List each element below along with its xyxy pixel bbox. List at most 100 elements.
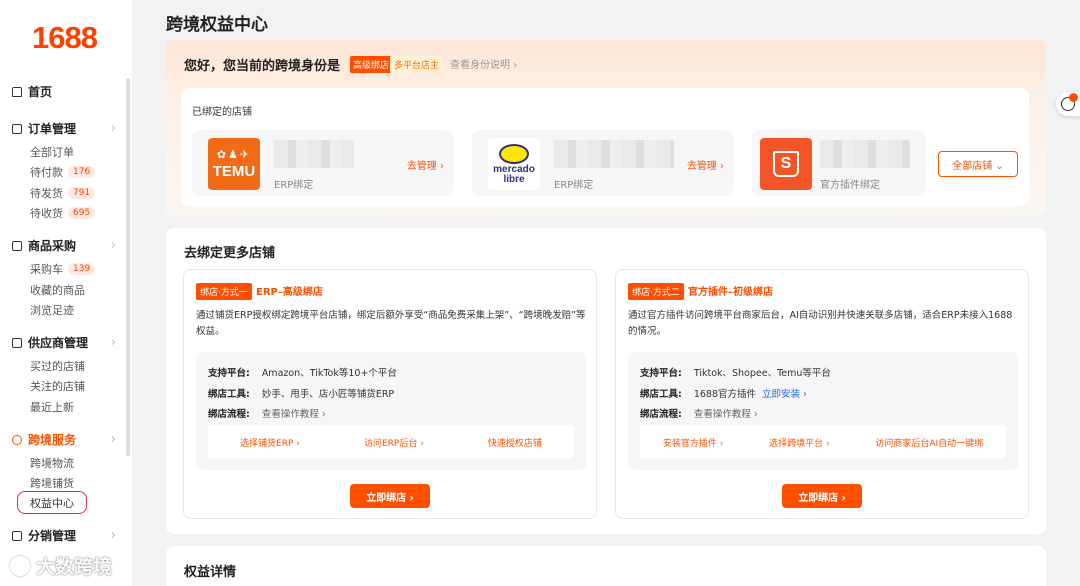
row-value: 1688官方插件 xyxy=(693,389,756,400)
handshake-icon xyxy=(499,143,529,164)
nav-item-cart[interactable]: 采购车 139 xyxy=(30,261,96,277)
store-card-shopee: S 官方插件绑定 xyxy=(752,130,926,196)
nav-item-new-arrivals[interactable]: 最近上新 xyxy=(30,399,74,415)
benefits-detail-card xyxy=(166,546,1046,586)
method-title: ERP–高级绑店 xyxy=(256,287,323,298)
notification-dot-icon xyxy=(1069,93,1078,102)
globe-icon xyxy=(12,434,22,445)
role-badge: 多平台店主 xyxy=(390,56,444,73)
store-bind-kind: ERP绑定 xyxy=(274,180,314,191)
row-label: 绑店流程: xyxy=(640,409,682,420)
row-label: 绑店工具: xyxy=(208,389,250,400)
shopee-bag-icon: S xyxy=(773,151,799,177)
step-link[interactable]: 访问ERP后台 › xyxy=(364,436,424,449)
reseller-icon xyxy=(12,530,22,541)
chevron-right-icon: › xyxy=(110,121,116,136)
step-link[interactable]: 选择铺货ERP › xyxy=(240,436,300,449)
row-value: Amazon、TikTok等10+个平台 xyxy=(261,368,397,379)
platforms-row: 支持平台: Tiktok、Shopee、Temu等平台 xyxy=(640,365,831,379)
sidebar: 1688 首页 订单管理 › 全部订单 待付款 176 待发货 791 待收货 695… xyxy=(0,0,132,586)
nav-item-label: 最近上新 xyxy=(30,401,74,414)
nav-group-orders[interactable]: 订单管理 › xyxy=(12,120,116,137)
step-link[interactable]: 选择跨境平台 › xyxy=(769,436,829,449)
method-card-erp: 绑店·方式一 ERP–高级绑店 通过铺货ERP授权绑定跨境平台店铺，绑定后额外享… xyxy=(183,269,597,519)
install-link[interactable]: 立即安装 › xyxy=(762,386,807,400)
count-badge: 139 xyxy=(68,263,96,275)
chevron-right-icon: › xyxy=(110,432,116,447)
store-bind-kind: ERP绑定 xyxy=(554,180,594,191)
nav-item-label: 浏览足迹 xyxy=(30,304,74,317)
nav-item-label: 跨境物流 xyxy=(30,457,74,470)
nav-group-label: 订单管理 xyxy=(28,122,77,136)
step-link[interactable]: 安装官方插件 › xyxy=(663,436,723,449)
nav-item-history[interactable]: 浏览足迹 xyxy=(30,302,74,318)
nav-home-label: 首页 xyxy=(28,85,53,99)
nav-item-pending-receive[interactable]: 待收货 695 xyxy=(30,205,96,221)
logo[interactable]: 1688 xyxy=(32,20,98,56)
home-icon xyxy=(12,86,22,97)
row-label: 支持平台: xyxy=(640,368,682,379)
store-name-blurred xyxy=(554,140,674,168)
step-link[interactable]: 访问商家后台AI自动一键绑 xyxy=(875,436,983,449)
supplier-icon xyxy=(12,337,22,348)
row-value: Tiktok、Shopee、Temu等平台 xyxy=(693,368,831,379)
row-label: 绑店工具: xyxy=(640,389,682,400)
all-stores-dropdown[interactable]: 全部店铺 ⌄ xyxy=(938,151,1018,177)
nav-group-supplier[interactable]: 供应商管理 › xyxy=(12,334,116,351)
store-bind-kind: 官方插件绑定 xyxy=(820,180,880,191)
step-link[interactable]: 快速授权店铺 xyxy=(488,436,542,449)
level-badge: 高级绑店 xyxy=(350,56,393,73)
steps-bar: 安装官方插件 › 选择跨境平台 › 访问商家后台AI自动一键绑 xyxy=(640,425,1006,459)
nav-item-favorites[interactable]: 收藏的商品 xyxy=(30,282,85,298)
row-label: 绑店流程: xyxy=(208,409,250,420)
nav-group-label: 供应商管理 xyxy=(28,336,89,350)
chevron-right-icon: › xyxy=(110,528,116,543)
method-description: 通过官方插件访问跨境平台商家后台，AI自动识别并快速关联多店铺，适合ERP未接入… xyxy=(628,310,1013,337)
assistant-float-button[interactable] xyxy=(1056,92,1080,116)
nav-item-label: 采购车 xyxy=(30,263,63,276)
method-title: 官方插件–初级绑店 xyxy=(688,287,773,298)
nav-item-label: 待付款 xyxy=(30,166,63,179)
nav-item-distribution[interactable]: 跨境铺货 xyxy=(30,475,74,491)
platforms-row: 支持平台: Amazon、TikTok等10+个平台 xyxy=(208,365,397,379)
watermark: 大数跨境 xyxy=(10,552,112,579)
nav-item-all-orders[interactable]: 全部订单 xyxy=(30,144,74,160)
store-card-mercadolibre: mercado libre ERP绑定 去管理 › xyxy=(472,130,734,196)
store-name-blurred xyxy=(274,140,354,168)
nav-item-label: 全部订单 xyxy=(30,146,74,159)
identity-greeting: 您好，您当前的跨境身份是 xyxy=(184,59,341,74)
nav-group-crossborder[interactable]: 跨境服务 › xyxy=(12,431,116,448)
nav-item-logistics[interactable]: 跨境物流 xyxy=(30,455,74,471)
nav-item-pending-ship[interactable]: 待发货 791 xyxy=(30,185,96,201)
watermark-logo-icon xyxy=(10,555,30,576)
nav-group-label: 商品采购 xyxy=(28,239,77,253)
nav-item-label: 待收货 xyxy=(30,207,63,220)
sidebar-scrollbar[interactable] xyxy=(126,78,130,456)
nav-group-reseller[interactable]: 分销管理 › xyxy=(12,527,116,544)
method-description: 通过铺货ERP授权绑定跨境平台店铺，绑定后额外享受“商品免费采集上架”、“跨境晚… xyxy=(196,310,586,337)
bind-now-button[interactable]: 立即绑店 › xyxy=(782,484,862,508)
identity-explain-link[interactable]: 查看身份说明 › xyxy=(450,56,517,71)
nav-item-label: 关注的店铺 xyxy=(30,380,85,393)
bind-more-title: 去绑定更多店铺 xyxy=(184,246,276,261)
count-badge: 695 xyxy=(68,207,96,219)
manage-link[interactable]: 去管理 › xyxy=(687,157,724,172)
nav-item-pending-pay[interactable]: 待付款 176 xyxy=(30,164,96,180)
benefits-detail-title: 权益详情 xyxy=(184,565,237,580)
shopee-logo: S xyxy=(760,138,812,190)
tutorial-link[interactable]: 查看操作教程 › xyxy=(262,406,326,420)
method-tag: 绑店·方式二 xyxy=(628,283,684,300)
count-badge: 791 xyxy=(68,187,96,199)
method-tag: 绑店·方式一 xyxy=(196,283,252,300)
nav-home[interactable]: 首页 xyxy=(12,83,52,100)
method-card-plugin: 绑店·方式二 官方插件–初级绑店 通过官方插件访问跨境平台商家后台，AI自动识别… xyxy=(615,269,1029,519)
bind-now-button[interactable]: 立即绑店 › xyxy=(350,484,430,508)
tool-row: 绑店工具: 1688官方插件 立即安装 › xyxy=(640,386,807,400)
nav-group-label: 跨境服务 xyxy=(28,433,77,447)
tutorial-link[interactable]: 查看操作教程 › xyxy=(694,406,758,420)
nav-item-benefits-center[interactable]: 权益中心 xyxy=(17,491,87,514)
nav-group-purchase[interactable]: 商品采购 › xyxy=(12,237,116,254)
nav-item-followed-shops[interactable]: 关注的店铺 xyxy=(30,378,85,394)
nav-item-bought-shops[interactable]: 买过的店铺 xyxy=(30,358,85,374)
manage-link[interactable]: 去管理 › xyxy=(407,157,444,172)
